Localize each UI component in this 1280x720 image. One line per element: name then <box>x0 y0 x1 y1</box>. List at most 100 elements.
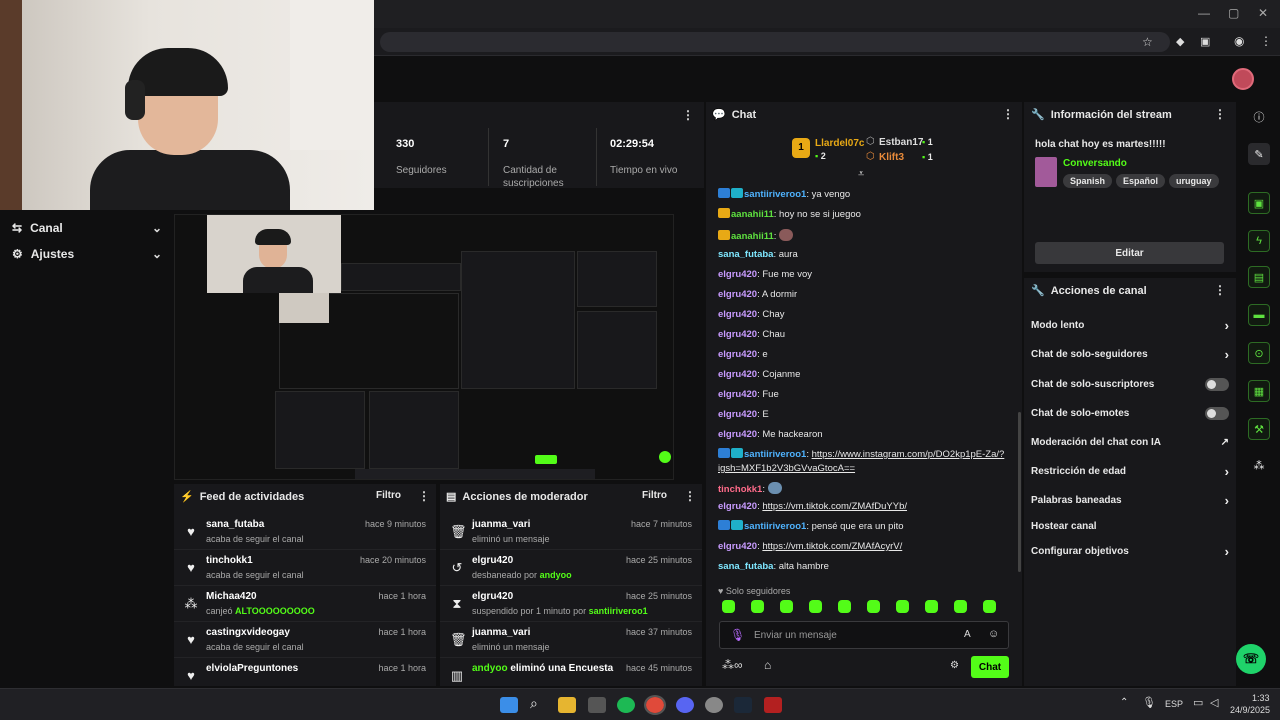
toggle-switch[interactable] <box>1205 377 1229 391</box>
channel-action-8[interactable]: Configurar objetivos › <box>1031 541 1229 561</box>
search-icon[interactable]: ⌕ <box>530 695 538 712</box>
maximize-icon[interactable]: ▢ <box>1228 6 1239 20</box>
menu-icon[interactable]: ⋮ <box>1260 34 1272 48</box>
chevron-up-icon[interactable]: ⌃ <box>1120 697 1128 708</box>
more-icon[interactable]: ⋮ <box>1002 107 1014 121</box>
channel-action-3[interactable]: Chat de solo-emotes <box>1031 403 1229 423</box>
channel-points-icon[interactable]: ⁂∞ <box>722 658 743 672</box>
emote-icon[interactable] <box>780 600 793 613</box>
address-bar[interactable] <box>380 32 1170 52</box>
language-indicator[interactable]: ESP <box>1165 699 1183 709</box>
folder-icon[interactable] <box>558 697 576 713</box>
channel-action-6[interactable]: Palabras baneadas › <box>1031 490 1229 510</box>
emote-icon[interactable] <box>867 600 880 613</box>
chat-send-button[interactable]: Chat <box>971 656 1009 678</box>
spotify-icon[interactable] <box>617 697 635 713</box>
mic-icon[interactable]: 🎙 <box>730 628 745 642</box>
more-icon[interactable]: ⋮ <box>1214 283 1226 297</box>
layout-icon[interactable]: ▦ <box>1248 380 1270 402</box>
list-item: ↺ elgru420 desbaneado por andyoo hace 25… <box>440 552 702 586</box>
gear-icon[interactable]: ⚙ <box>950 660 959 671</box>
store-icon[interactable]: ⌂ <box>764 658 771 672</box>
profile-icon[interactable]: ◉ <box>1234 34 1244 48</box>
chat-bubble-icon[interactable]: ▬ <box>1248 304 1270 326</box>
more-icon[interactable]: ⋮ <box>418 489 430 503</box>
channel-action-4[interactable]: Moderación del chat con IA ↗ <box>1031 432 1229 452</box>
nav-ajustes-label: Ajustes <box>30 247 75 261</box>
collapse-icon[interactable]: ⩡ <box>858 168 864 181</box>
document-icon[interactable]: ▤ <box>1248 266 1270 288</box>
emote-icon[interactable] <box>809 600 822 613</box>
emote-icon[interactable] <box>925 600 938 613</box>
stream-preview[interactable] <box>174 214 674 480</box>
list-icon: ▤ <box>446 491 457 503</box>
chat-input[interactable]: 🎙 Enviar un mensaje A ☺ <box>719 621 1009 649</box>
channel-action-2[interactable]: Chat de solo-suscriptores <box>1031 374 1229 394</box>
minimize-icon[interactable]: — <box>1198 6 1210 20</box>
more-icon[interactable]: ⋮ <box>682 108 694 122</box>
nav-ajustes[interactable]: ⚙ Ajustes ⌄ <box>12 242 162 266</box>
heart-icon: ♥ <box>187 668 195 683</box>
feed-filter-button[interactable]: Filtro <box>376 490 401 501</box>
steam-icon[interactable] <box>734 697 752 713</box>
channel-action-7[interactable]: Hostear canal <box>1031 516 1229 536</box>
hourglass-icon: ⧗ <box>452 596 462 611</box>
emote-icon[interactable] <box>751 600 764 613</box>
volume-icon[interactable]: ◁ <box>1210 696 1218 709</box>
qr-icon[interactable]: ▣ <box>1248 192 1270 214</box>
close-icon[interactable]: ✕ <box>1258 6 1268 20</box>
start-icon[interactable] <box>500 697 518 713</box>
chat-message: aanahii11: hoy no se si juegoo <box>718 208 1008 222</box>
discord-icon[interactable] <box>676 697 694 713</box>
list-item: ♥ elviolaPreguntones hace 1 hora <box>174 660 436 686</box>
chevron-down-icon: ⌄ <box>151 247 162 261</box>
support-icon[interactable]: ☏ <box>1236 644 1266 674</box>
translate-icon[interactable]: A <box>964 629 971 640</box>
pencil-icon[interactable]: ✎ <box>1248 143 1270 165</box>
emoji-icon[interactable]: ☺ <box>988 628 999 640</box>
toggle-switch[interactable] <box>1205 406 1229 420</box>
gifter-name: Klift3 <box>879 152 904 163</box>
mic-icon[interactable]: 🎙 <box>1142 696 1156 709</box>
star-icon[interactable]: ☆ <box>1142 35 1153 49</box>
channel-action-1[interactable]: Chat de solo-seguidores › <box>1031 344 1229 364</box>
user-avatar[interactable] <box>1232 68 1254 90</box>
emote-icon[interactable] <box>838 600 851 613</box>
tag: Español <box>1116 174 1166 188</box>
wrench-icon[interactable]: ⚒ <box>1248 418 1270 440</box>
puzzle-icon[interactable]: ▣ <box>1200 35 1210 48</box>
channel-action-5[interactable]: Restricción de edad › <box>1031 461 1229 481</box>
emote-icon[interactable] <box>722 600 735 613</box>
network-icon[interactable]: ▭ <box>1193 696 1203 709</box>
mod-filter-button[interactable]: Filtro <box>642 490 667 501</box>
edit-button[interactable]: Editar <box>1035 242 1224 264</box>
more-icon[interactable]: ⋮ <box>1214 107 1226 121</box>
emote-icon[interactable] <box>896 600 909 613</box>
extension-icon[interactable]: ◆ <box>1176 35 1184 48</box>
chat-message: elgru420: A dormir <box>718 289 798 300</box>
channel-action-0[interactable]: Modo lento › <box>1031 315 1229 335</box>
category-thumbnail <box>1035 157 1057 187</box>
obs-icon[interactable] <box>705 697 723 713</box>
chat-link[interactable]: https://vm.tiktok.com/ZMAfDuYYb/ <box>762 501 907 512</box>
chrome-icon[interactable] <box>644 695 666 715</box>
points-icon[interactable]: ⁂ <box>1248 454 1270 476</box>
broadcast-icon[interactable]: ⊙ <box>1248 342 1270 364</box>
emote-icon[interactable] <box>983 600 996 613</box>
game-icon[interactable] <box>764 697 782 713</box>
more-icon[interactable]: ⋮ <box>684 489 696 503</box>
chat-message: elgru420: E <box>718 409 769 420</box>
emote-icon[interactable] <box>954 600 967 613</box>
chat-scrollbar[interactable] <box>1018 412 1021 572</box>
left-sidebar: ⇆ Canal ⌄ ⚙ Ajustes ⌄ <box>0 210 170 688</box>
clock-time[interactable]: 1:33 <box>1252 693 1270 703</box>
stream-title: hola chat hoy es martes!!!!! <box>1035 139 1166 150</box>
nav-canal[interactable]: ⇆ Canal ⌄ <box>12 216 162 240</box>
store-icon[interactable] <box>588 697 606 713</box>
info-icon[interactable]: ⓘ <box>1248 106 1270 128</box>
chat-link[interactable]: https://vm.tiktok.com/ZMAfAcyrV/ <box>762 541 902 552</box>
lightning-icon[interactable]: ϟ <box>1248 230 1270 252</box>
clock-date[interactable]: 24/9/2025 <box>1230 705 1270 715</box>
tag: uruguay <box>1169 174 1219 188</box>
category-name[interactable]: Conversando <box>1063 158 1127 169</box>
